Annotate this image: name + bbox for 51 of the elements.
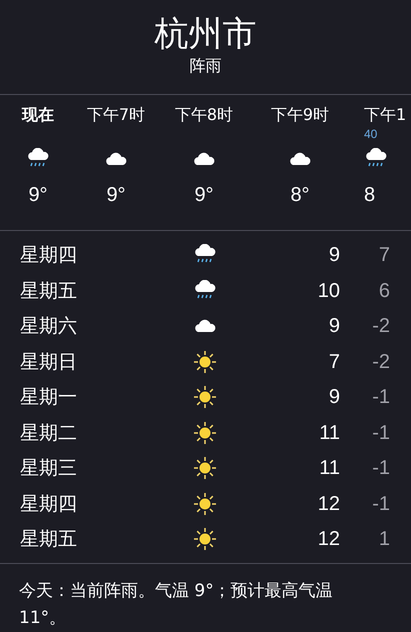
high-temperature: 9	[328, 314, 340, 340]
low-temperature: -1	[371, 385, 390, 410]
sun-icon	[193, 492, 217, 516]
hour-temperature: 9°	[194, 183, 214, 208]
hour-label: 下午9时	[270, 104, 330, 126]
hour-label: 现在	[22, 104, 54, 126]
cloud-icon	[192, 152, 216, 166]
high-temperature: 9	[328, 385, 340, 410]
today-summary: 今天：当前阵雨。气温 9°；预计最高气温 11°。	[18, 580, 334, 630]
sun-icon	[193, 385, 217, 410]
high-temperature: 10	[316, 278, 340, 304]
day-name: 星期日	[20, 350, 78, 374]
high-temperature: 11	[318, 420, 340, 446]
sun-icon	[193, 456, 217, 480]
hour-temperature: 8°	[290, 183, 310, 208]
city-name: 杭州市	[154, 13, 256, 56]
hour-temperature: 9°	[28, 183, 48, 208]
low-temperature: 1	[378, 527, 390, 552]
day-name: 星期二	[20, 420, 78, 446]
low-temperature: 7	[378, 243, 390, 268]
high-temperature: 7	[328, 350, 340, 375]
high-temperature: 11	[318, 456, 340, 482]
hour-label: 下午1	[364, 104, 406, 126]
low-temperature: 6	[378, 278, 390, 304]
weather-condition: 阵雨	[190, 56, 222, 76]
hour-temperature: 9°	[106, 183, 126, 208]
low-temperature: -1	[371, 420, 390, 446]
low-temperature: -1	[371, 456, 390, 482]
hour-label: 下午8时	[174, 104, 234, 126]
day-name: 星期一	[20, 385, 78, 410]
hour-temperature: 8	[364, 183, 376, 208]
cloud-icon	[104, 152, 128, 166]
day-name: 星期四	[20, 243, 78, 268]
day-name: 星期五	[20, 278, 78, 304]
high-temperature: 12	[316, 492, 340, 517]
low-temperature: -2	[371, 350, 390, 375]
sun-icon	[193, 350, 217, 374]
day-name: 星期三	[20, 456, 78, 481]
hour-label: 下午7时	[86, 104, 146, 126]
day-name: 星期四	[20, 492, 78, 516]
sun-icon	[193, 420, 217, 445]
high-temperature: 12	[316, 527, 340, 552]
sun-icon	[193, 527, 217, 552]
low-temperature: -2	[371, 314, 390, 340]
day-name: 星期六	[20, 314, 78, 339]
low-temperature: -1	[371, 492, 390, 517]
high-temperature: 9	[328, 243, 340, 268]
precipitation-chance: 40	[364, 127, 378, 142]
day-name: 星期五	[20, 527, 78, 552]
cloud-icon	[288, 152, 312, 166]
cloud-icon	[193, 319, 217, 334]
